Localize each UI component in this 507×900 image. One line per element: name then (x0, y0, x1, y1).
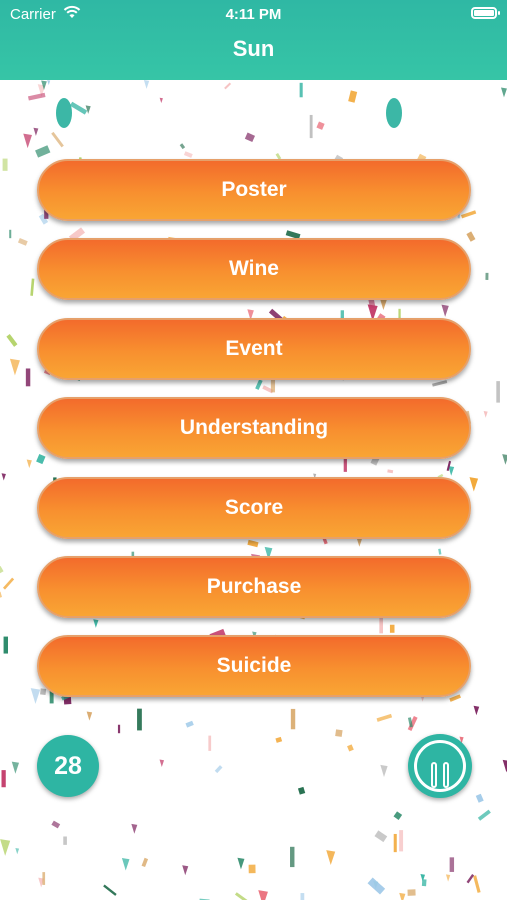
confetti-piece (500, 87, 507, 98)
confetti-piece (399, 892, 406, 900)
pause-button[interactable] (408, 734, 472, 798)
confetti-piece (244, 132, 256, 143)
confetti-piece (275, 736, 283, 743)
option-button[interactable]: Understanding (37, 397, 471, 460)
battery-icon (471, 7, 500, 19)
confetti-piece (1, 770, 6, 788)
confetti-piece (380, 764, 388, 778)
confetti-piece (248, 864, 256, 874)
confetti-piece (141, 857, 149, 868)
confetti-piece (367, 877, 386, 895)
confetti-piece (393, 811, 403, 820)
confetti-piece (42, 872, 46, 885)
confetti-piece (466, 874, 475, 884)
status-bar: Carrier 4:11 PM (0, 0, 507, 30)
confetti-piece (477, 809, 491, 821)
confetti-piece (473, 875, 481, 893)
confetti-piece (483, 410, 488, 418)
confetti-piece (299, 82, 303, 98)
confetti-piece (69, 101, 88, 115)
confetti-piece (35, 145, 51, 158)
confetti-piece (63, 836, 67, 845)
confetti-piece (51, 131, 64, 148)
confetti-piece (143, 80, 150, 89)
header-bar: Carrier 4:11 PM Sun (0, 0, 507, 80)
confetti-piece (496, 381, 500, 403)
confetti-piece (485, 272, 489, 280)
confetti-piece (159, 759, 165, 768)
confetti-piece (290, 846, 295, 868)
answer-options: Poster Wine Event Understanding Score Purchas… (37, 159, 471, 715)
page-title: Sun (232, 36, 275, 61)
confetti-piece (27, 92, 46, 101)
confetti-piece (374, 830, 388, 843)
pause-icon (414, 740, 466, 792)
confetti-piece (183, 151, 193, 158)
confetti-piece (473, 705, 480, 716)
confetti-piece (399, 830, 404, 852)
confetti-piece (0, 565, 4, 576)
option-button[interactable]: Poster (37, 159, 471, 221)
confetti-piece (51, 820, 61, 829)
confetti-piece (47, 80, 51, 86)
confetti-piece (224, 82, 232, 90)
confetti-piece (131, 823, 138, 834)
confetti-piece (33, 127, 39, 136)
confetti-piece (407, 889, 416, 896)
confetti-piece (23, 133, 32, 149)
confetti-piece (475, 793, 484, 803)
confetti-piece (179, 143, 186, 150)
confetti-piece (258, 890, 268, 900)
confetti-piece (3, 636, 8, 654)
confetti-piece (15, 847, 20, 855)
confetti-piece (376, 713, 393, 722)
confetti-piece (386, 98, 402, 128)
confetti-piece (85, 105, 91, 114)
confetti-piece (2, 577, 15, 590)
confetti-piece (182, 865, 189, 876)
confetti-piece (445, 874, 451, 882)
confetti-piece (309, 114, 313, 139)
confetti-piece (335, 729, 343, 737)
confetti-piece (6, 334, 18, 347)
confetti-piece (316, 121, 325, 130)
status-time: 4:11 PM (225, 6, 282, 23)
confetti-piece (234, 892, 248, 900)
confetti-piece (300, 893, 305, 900)
confetti-piece (297, 786, 306, 795)
confetti-piece (30, 278, 35, 296)
confetti-piece (117, 724, 121, 734)
option-button[interactable]: Suicide (37, 635, 471, 698)
confetti-piece (9, 229, 12, 239)
option-button[interactable]: Purchase (37, 555, 471, 618)
confetti-piece (159, 97, 163, 104)
confetti-piece (103, 884, 117, 896)
confetti-piece (0, 839, 11, 856)
confetti-piece (56, 98, 72, 128)
confetti-piece (237, 857, 245, 870)
option-button[interactable]: Wine (37, 238, 471, 301)
confetti-piece (393, 833, 397, 853)
confetti-piece (9, 358, 20, 376)
confetti-piece (449, 857, 455, 872)
confetti-piece (208, 735, 212, 751)
confetti-piece (326, 850, 336, 866)
option-button[interactable]: Event (37, 317, 471, 380)
confetti-piece (1, 473, 6, 481)
confetti-piece (121, 857, 130, 871)
option-button[interactable]: Score (37, 476, 471, 539)
confetti-piece (214, 765, 223, 774)
confetti-piece (347, 744, 354, 752)
confetti-piece (185, 720, 194, 728)
confetti-piece (26, 459, 32, 469)
confetti-piece (0, 591, 2, 599)
confetti-piece (17, 238, 28, 246)
confetti-piece (2, 158, 8, 171)
confetti-piece (348, 90, 358, 103)
counter-badge: 28 (37, 735, 99, 797)
confetti-piece (502, 759, 507, 773)
confetti-piece (11, 761, 20, 774)
confetti-piece (25, 368, 31, 387)
confetti-piece (502, 454, 507, 465)
